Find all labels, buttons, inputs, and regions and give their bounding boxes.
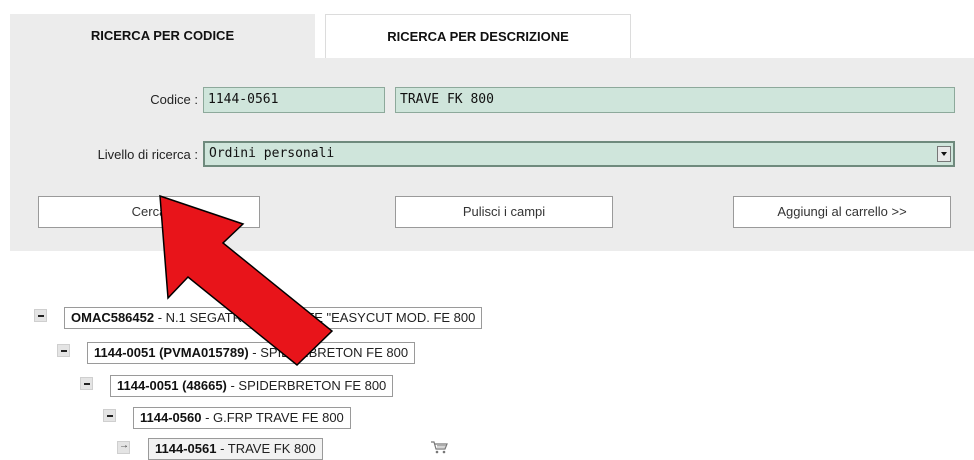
tree-node-desc: - TRAVE FK 800 — [216, 441, 316, 456]
tree-node[interactable]: 1144-0560 - G.FRP TRAVE FE 800 — [133, 407, 351, 429]
search-level-value: Ordini personali — [209, 146, 335, 161]
tree-node[interactable]: 1144-0051 (48665) - SPIDERBRETON FE 800 — [110, 375, 394, 397]
cart-icon[interactable] — [430, 440, 448, 454]
collapse-minus-icon[interactable] — [57, 344, 70, 357]
tree-node[interactable]: OMAC586452 - N.1 SEGATRICE A PONTE "EASY… — [64, 307, 483, 329]
search-button[interactable]: Cerca — [38, 196, 260, 228]
collapse-minus-icon[interactable] — [80, 377, 93, 390]
tree-node-code: OMAC586452 — [71, 310, 155, 325]
description-input[interactable]: TRAVE FK 800 — [395, 87, 955, 113]
tree-node-code: 1144-0560 — [140, 410, 202, 425]
tree-node-code: 1144-0051 (PVMA015789) — [94, 345, 249, 360]
tree-node-desc: - SPIDERBRETON FE 800 — [226, 378, 387, 393]
code-label: Codice : — [150, 92, 198, 107]
tab-search-by-description[interactable]: RICERCA PER DESCRIZIONE — [325, 14, 631, 58]
clear-fields-button[interactable]: Pulisci i campi — [395, 196, 613, 228]
tree-node-code: 1144-0051 (48665) — [117, 378, 227, 393]
search-level-select[interactable]: Ordini personali — [203, 141, 955, 167]
collapse-minus-icon[interactable] — [103, 409, 116, 422]
add-to-cart-button[interactable]: Aggiungi al carrello >> — [733, 196, 951, 228]
tree-node[interactable]: 1144-0051 (PVMA015789) - SPIDERBRETON FE… — [87, 342, 416, 364]
dropdown-arrow-icon[interactable] — [937, 146, 951, 162]
tree-node-desc: - N.1 SEGATRICE A PONTE "EASYCUT MOD. FE… — [154, 310, 476, 325]
tab-search-by-code[interactable]: RICERCA PER CODICE — [10, 14, 315, 58]
code-input[interactable]: 1144-0561 — [203, 87, 385, 113]
tree-node-desc: - G.FRP TRAVE FE 800 — [201, 410, 344, 425]
search-level-label: Livello di ricerca : — [97, 147, 198, 162]
tree-node-desc: - SPIDERBRETON FE 800 — [248, 345, 409, 360]
tree-node-code: 1144-0561 — [155, 441, 217, 456]
collapse-minus-icon[interactable] — [34, 309, 47, 322]
expand-arrow-icon[interactable] — [117, 440, 130, 454]
